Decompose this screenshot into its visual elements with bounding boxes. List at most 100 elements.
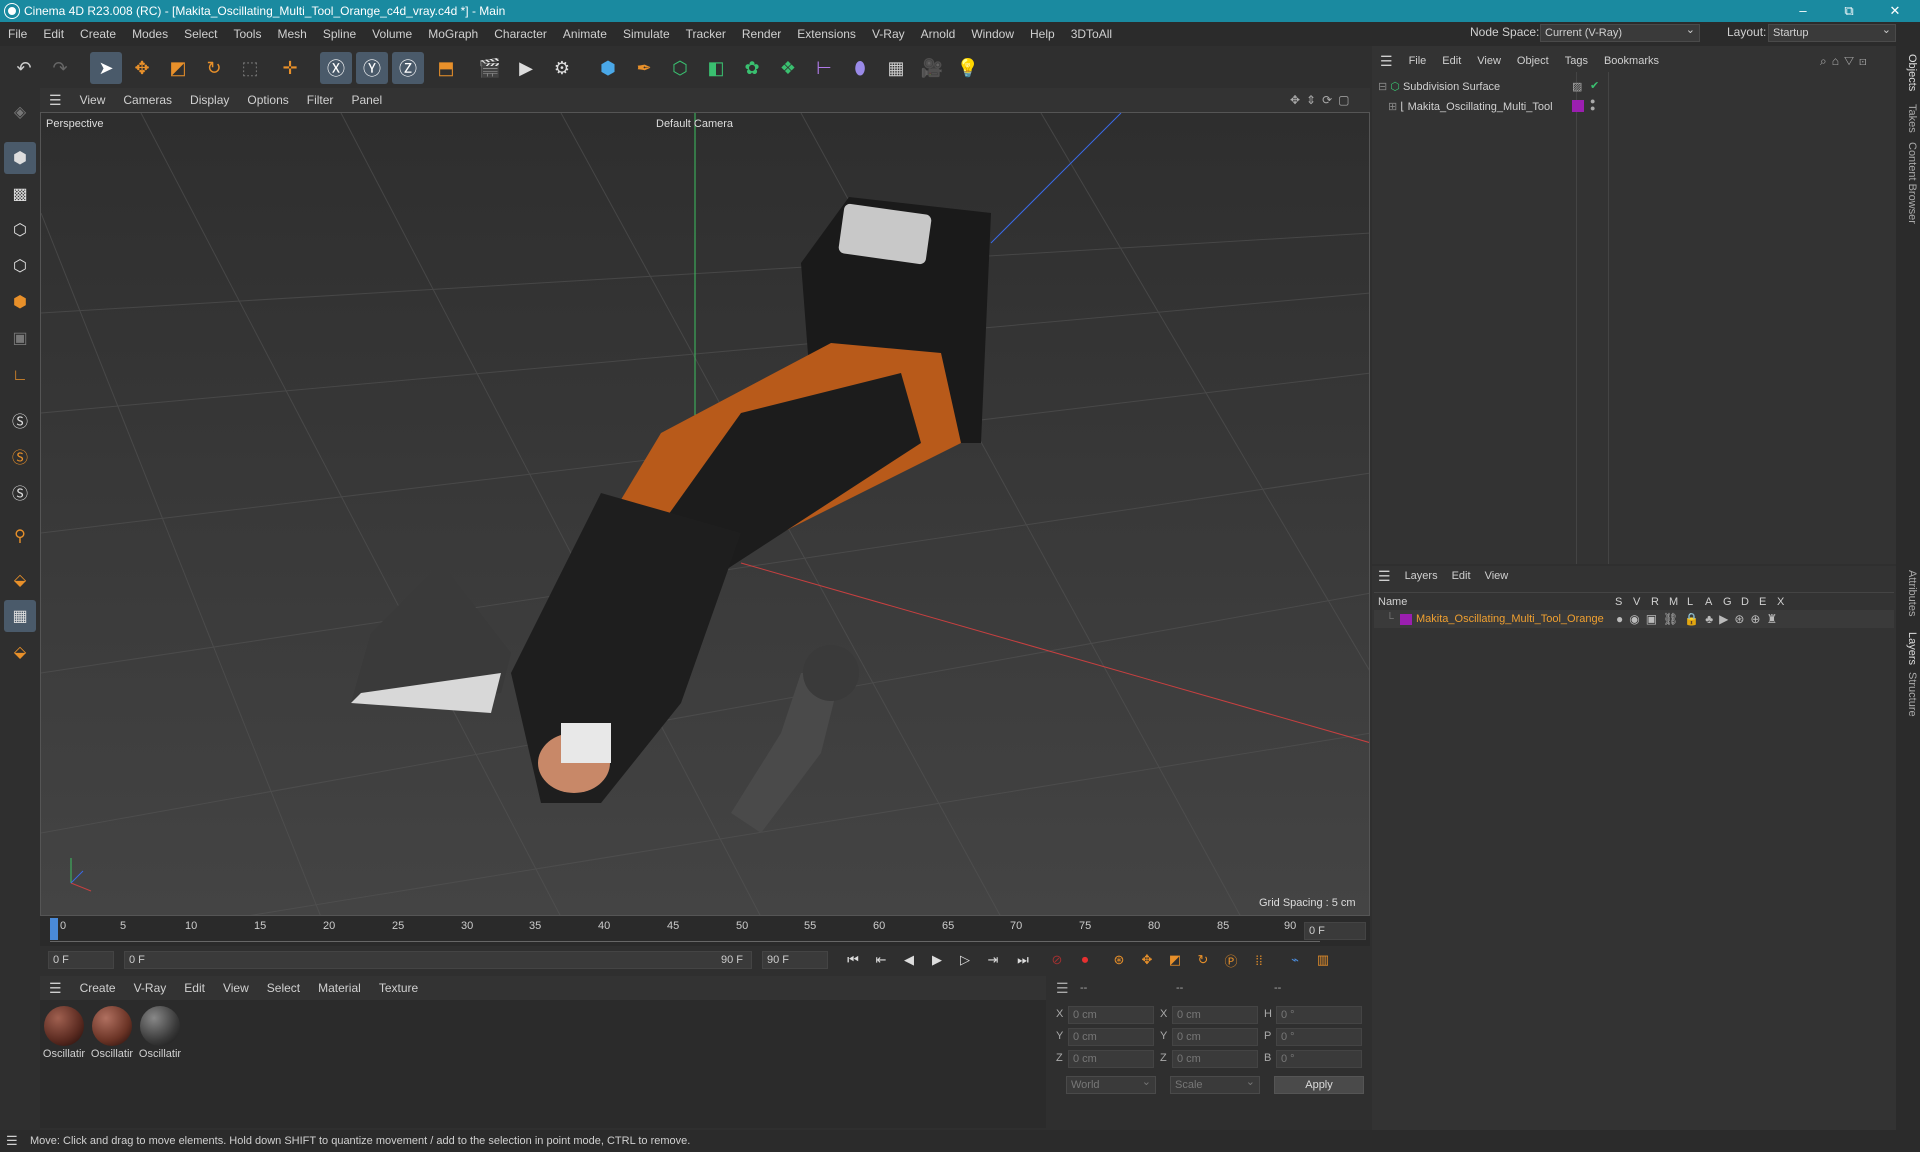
vp-menu-cameras[interactable]: Cameras bbox=[114, 93, 181, 107]
redo-icon[interactable]: ↷ bbox=[44, 52, 76, 84]
key-pla-icon[interactable]: ⁞⁞ bbox=[1248, 950, 1270, 970]
autokey-icon[interactable]: ⏺ bbox=[1074, 950, 1096, 970]
viewport-hamburger-icon[interactable]: ☰ bbox=[40, 92, 71, 109]
mat-menu-create[interactable]: Create bbox=[71, 981, 125, 995]
menu-modes[interactable]: Modes bbox=[124, 27, 176, 41]
move-tool-icon[interactable]: ✥ bbox=[126, 52, 158, 84]
coordinate-system-icon[interactable]: ⬒ bbox=[430, 52, 462, 84]
menu-vray[interactable]: V-Ray bbox=[864, 27, 913, 41]
vp-menu-display[interactable]: Display bbox=[181, 93, 238, 107]
vp-menu-view[interactable]: View bbox=[71, 93, 115, 107]
coords-hamburger-icon[interactable]: ☰ bbox=[1056, 980, 1069, 997]
layers-menu-edit[interactable]: Edit bbox=[1452, 570, 1471, 585]
status-hamburger-icon[interactable]: ☰ bbox=[6, 1130, 18, 1152]
editor-visibility-icon[interactable]: ▨ bbox=[1572, 80, 1582, 93]
obj-menu-tags[interactable]: Tags bbox=[1557, 55, 1596, 67]
go-to-end-icon[interactable]: ⏭ bbox=[1012, 950, 1034, 970]
locked-workplane-icon[interactable]: ⬙ bbox=[4, 636, 36, 668]
key-param-icon[interactable]: Ⓟ bbox=[1220, 950, 1242, 970]
menu-simulate[interactable]: Simulate bbox=[615, 27, 678, 41]
layer-name[interactable]: Makita_Oscillating_Multi_Tool_Orange bbox=[1416, 613, 1604, 625]
polygon-mode-icon[interactable]: ⬢ bbox=[4, 286, 36, 318]
select-cursor-icon[interactable]: ➤ bbox=[90, 52, 122, 84]
pos-y-field[interactable]: 0 cm bbox=[1068, 1028, 1154, 1046]
prev-key-icon[interactable]: ⇤ bbox=[870, 950, 892, 970]
menu-tools[interactable]: Tools bbox=[225, 27, 269, 41]
menu-mograph[interactable]: MoGraph bbox=[420, 27, 486, 41]
render-region-icon[interactable]: 🎬 bbox=[474, 52, 506, 84]
viewport-nav-icons[interactable]: ✥⇕⟳▢ bbox=[1290, 93, 1356, 107]
menu-window[interactable]: Window bbox=[963, 27, 1022, 41]
mat-menu-select[interactable]: Select bbox=[258, 981, 309, 995]
menu-3dtoall[interactable]: 3DToAll bbox=[1063, 27, 1120, 41]
make-editable-icon[interactable]: ◈ bbox=[4, 96, 36, 128]
restore-button[interactable]: ⧉ bbox=[1826, 0, 1872, 22]
go-to-start-icon[interactable]: ⏮ bbox=[842, 950, 864, 970]
y-axis-icon[interactable]: Ⓨ bbox=[356, 52, 388, 84]
tab-content-browser[interactable]: Content Browser bbox=[1898, 142, 1918, 224]
menu-arnold[interactable]: Arnold bbox=[913, 27, 964, 41]
axis-mode-icon[interactable]: ∟ bbox=[4, 360, 36, 392]
mat-menu-vray[interactable]: V-Ray bbox=[125, 981, 176, 995]
tab-takes[interactable]: Takes bbox=[1898, 104, 1918, 133]
key-position-icon[interactable]: ✥ bbox=[1136, 950, 1158, 970]
rot-b-field[interactable]: 0 ° bbox=[1276, 1050, 1362, 1068]
key-selection-icon[interactable]: ⊛ bbox=[1108, 950, 1130, 970]
live-selection-icon[interactable]: ⬚ bbox=[234, 52, 266, 84]
playhead[interactable] bbox=[50, 918, 58, 940]
mat-menu-view[interactable]: View bbox=[214, 981, 258, 995]
obj-menu-object[interactable]: Object bbox=[1509, 55, 1557, 67]
tab-attributes[interactable]: Attributes bbox=[1898, 570, 1918, 616]
render-settings-icon[interactable]: ⚙ bbox=[546, 52, 578, 84]
material-swatch[interactable]: Oscillatir bbox=[90, 1004, 134, 1064]
edge-mode-icon[interactable]: ⬡ bbox=[4, 250, 36, 282]
tab-structure[interactable]: Structure bbox=[1898, 672, 1918, 717]
pos-x-field[interactable]: 0 cm bbox=[1068, 1006, 1154, 1024]
object-row-subdivision[interactable]: ⊟ ⬡ Subdivision Surface bbox=[1378, 80, 1500, 93]
current-frame-field[interactable]: 0 F bbox=[1304, 922, 1366, 940]
menu-render[interactable]: Render bbox=[734, 27, 789, 41]
texture-mode-icon[interactable]: ▩ bbox=[4, 178, 36, 210]
menu-extensions[interactable]: Extensions bbox=[789, 27, 864, 41]
start-frame-field[interactable]: 0 F bbox=[48, 951, 114, 969]
menu-help[interactable]: Help bbox=[1022, 27, 1063, 41]
floor-icon[interactable]: ▦ bbox=[880, 52, 912, 84]
light-icon[interactable]: 💡 bbox=[952, 52, 984, 84]
coord-scale-dropdown[interactable]: Scale bbox=[1170, 1075, 1260, 1094]
mat-menu-texture[interactable]: Texture bbox=[370, 981, 427, 995]
workplane-icon[interactable]: ⬙ bbox=[4, 564, 36, 596]
quantize-icon[interactable]: Ⓢ bbox=[4, 476, 36, 508]
z-axis-icon[interactable]: Ⓩ bbox=[392, 52, 424, 84]
object-row-multitool[interactable]: ⊞ ⌊ Makita_Oscillating_Multi_Tool bbox=[1388, 100, 1553, 113]
timeline-mode-icon[interactable]: ⌁ bbox=[1284, 950, 1306, 970]
snap-icon[interactable]: Ⓢ bbox=[4, 404, 36, 436]
key-rotation-icon[interactable]: ↻ bbox=[1192, 950, 1214, 970]
layer-flag-icons[interactable]: ●◉▣⛓🔒♣▶⊛⊕♜ bbox=[1616, 612, 1783, 626]
obj-menu-view[interactable]: View bbox=[1469, 55, 1509, 67]
layers-menu-view[interactable]: View bbox=[1485, 570, 1509, 585]
grid-icon[interactable]: ▦ bbox=[4, 600, 36, 632]
size-x-field[interactable]: 0 cm bbox=[1172, 1006, 1258, 1024]
key-scale-icon[interactable]: ◩ bbox=[1164, 950, 1186, 970]
extrude-icon[interactable]: ◧ bbox=[700, 52, 732, 84]
layout-dropdown[interactable]: Startup bbox=[1768, 23, 1896, 42]
camera-icon[interactable]: 🎥 bbox=[916, 52, 948, 84]
point-mode-icon[interactable]: ⬡ bbox=[4, 214, 36, 246]
material-swatch[interactable]: Oscillatir bbox=[42, 1004, 86, 1064]
enabled-check-icon[interactable]: ✔ bbox=[1590, 79, 1599, 92]
timeline-ruler[interactable]: 0 5 10 15 20 25 30 35 40 45 50 55 60 65 … bbox=[40, 916, 1370, 946]
rot-h-field[interactable]: 0 ° bbox=[1276, 1006, 1362, 1024]
play-icon[interactable]: ▶ bbox=[926, 950, 948, 970]
deformer-icon[interactable]: ⊢ bbox=[808, 52, 840, 84]
next-frame-icon[interactable]: ▷ bbox=[954, 950, 976, 970]
x-axis-icon[interactable]: Ⓧ bbox=[320, 52, 352, 84]
subdivision-icon[interactable]: ⬡ bbox=[664, 52, 696, 84]
objects-hamburger-icon[interactable]: ☰ bbox=[1372, 53, 1401, 70]
menu-volume[interactable]: Volume bbox=[364, 27, 420, 41]
snap-settings-icon[interactable]: Ⓢ bbox=[4, 440, 36, 472]
record-off-icon[interactable]: ⊘ bbox=[1046, 950, 1068, 970]
3d-viewport[interactable]: Perspective Default Camera Grid Spacing … bbox=[40, 112, 1370, 916]
obj-menu-edit[interactable]: Edit bbox=[1434, 55, 1469, 67]
mograph-icon[interactable]: ❖ bbox=[772, 52, 804, 84]
layers-menu-layers[interactable]: Layers bbox=[1405, 570, 1438, 585]
